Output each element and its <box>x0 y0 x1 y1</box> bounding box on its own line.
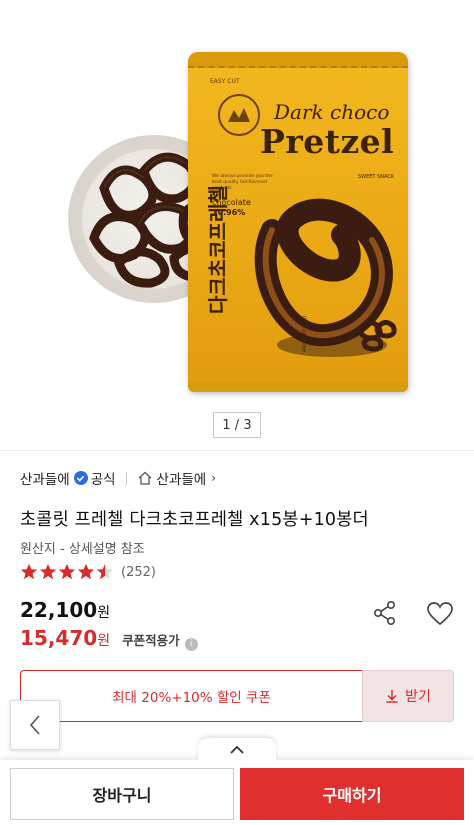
coupon-price-unit: 원 <box>97 633 111 649</box>
original-price-value: 22,100 <box>20 598 98 622</box>
package-title-line2: Pretzel <box>260 122 395 161</box>
coupon-download-button[interactable]: 받기 <box>362 670 454 722</box>
product-package: EASY CUT Dark choco Pretzel We always pr… <box>188 52 408 392</box>
coupon-download-label: 받기 <box>405 689 431 705</box>
star-icon <box>58 563 76 580</box>
verified-check-icon <box>73 471 88 485</box>
review-count: (252) <box>121 564 156 580</box>
brand-separator <box>125 471 127 485</box>
coupon-applied-label: 쿠폰적용가 <box>122 633 180 648</box>
star-icon <box>20 563 38 580</box>
original-price: 22,100원 <box>20 598 110 622</box>
share-icon[interactable] <box>372 600 398 626</box>
large-pretzel-image <box>254 198 397 357</box>
buy-now-button[interactable]: 구매하기 <box>240 768 464 820</box>
half-star-icon <box>96 563 114 580</box>
net-weight-info: 40g (200 kcal) <box>302 315 308 352</box>
section-divider <box>0 450 474 451</box>
star-icon <box>77 563 95 580</box>
chevron-up-icon <box>230 745 244 754</box>
product-title: 초콜릿 프레첼 다크초코프레첼 x15봉+10봉더 <box>20 510 369 530</box>
info-icon[interactable]: i <box>184 637 198 651</box>
coupon-price: 15,470 원 쿠폰적용가 i <box>20 626 198 651</box>
store-link[interactable]: 산과들에 <box>157 468 207 488</box>
add-to-cart-button[interactable]: 장바구니 <box>10 768 234 820</box>
official-label: 공식 <box>90 472 116 488</box>
heart-icon[interactable] <box>426 601 454 627</box>
original-price-unit: 원 <box>97 605 111 621</box>
download-icon <box>386 690 398 703</box>
korean-product-name: 다크초코프레첼 <box>206 185 230 314</box>
product-image-gallery[interactable]: EASY CUT Dark choco Pretzel We always pr… <box>0 0 474 400</box>
brand-seal-icon <box>218 94 260 136</box>
coupon-banner[interactable]: 최대 20%+10% 할인 쿠폰 <box>20 670 362 722</box>
brand-name[interactable]: 산과들에 <box>20 468 70 488</box>
product-rating[interactable]: (252) <box>20 562 156 582</box>
back-button[interactable] <box>10 700 60 750</box>
chevron-left-icon <box>29 715 40 735</box>
product-origin: 원산지 - 상세설명 참조 <box>20 542 145 557</box>
easy-cut-label: EASY CUT <box>210 78 240 85</box>
home-icon <box>138 471 151 485</box>
rating-stars <box>20 563 115 581</box>
expand-handle[interactable] <box>198 738 276 762</box>
brand-row: 산과들에 공식 산과들에 › <box>20 468 216 488</box>
package-title-line1: Dark choco <box>274 100 390 124</box>
star-icon <box>39 563 57 580</box>
chevron-right-icon: › <box>211 471 217 485</box>
coupon-price-value: 15,470 <box>20 626 98 650</box>
image-pager: 1 / 3 <box>213 412 261 438</box>
